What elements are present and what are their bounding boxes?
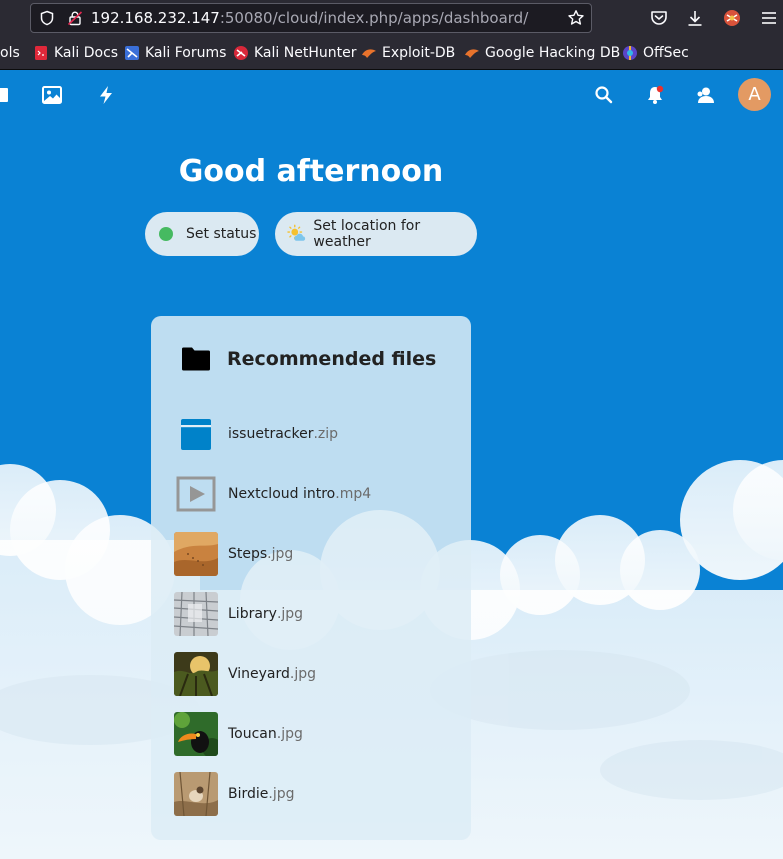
bookmark-kali-forums[interactable]: Kali Forums (124, 44, 226, 62)
recommended-file-item[interactable]: Library .jpg (174, 591, 454, 637)
ghdb-icon (465, 49, 479, 58)
library-image-thumbnail (174, 592, 218, 636)
file-extension: .jpg (267, 546, 294, 562)
recommended-file-item[interactable]: Toucan .jpg (174, 711, 454, 757)
search-icon[interactable] (593, 84, 615, 106)
widget-title: Recommended files (227, 348, 437, 370)
user-avatar[interactable]: A (738, 78, 771, 111)
recommended-file-item[interactable]: Steps .jpg (174, 531, 454, 577)
greeting-title: Good afternoon (178, 154, 444, 189)
file-name: Steps (228, 546, 268, 562)
set-weather-location-button[interactable]: Set location for weather (275, 212, 477, 256)
folder-icon (182, 347, 210, 371)
steps-image-thumbnail (174, 532, 218, 576)
activity-app-icon[interactable] (95, 84, 117, 106)
bookmark-label: Google Hacking DB (485, 45, 621, 61)
file-name: Toucan (228, 726, 277, 742)
bookmark-kali-docs[interactable]: Kali Docs (33, 44, 118, 62)
contacts-icon[interactable] (694, 84, 716, 106)
file-extension: .jpg (289, 666, 317, 682)
insecure-lock-icon[interactable] (67, 10, 83, 26)
set-status-button[interactable]: Set status (145, 212, 259, 256)
offsec-icon (623, 46, 637, 60)
file-extension: .zip (313, 426, 339, 442)
file-extension: .jpg (276, 726, 303, 742)
url-host: 192.168.232.147 (91, 9, 220, 27)
url-path: :50080/cloud/index.php/apps/dashboard/ (219, 9, 529, 27)
exploit-db-icon (362, 49, 376, 58)
bookmark-tools[interactable]: ols (0, 44, 20, 62)
weather-partly-sunny-icon (287, 224, 306, 241)
bookmark-label: Kali Forums (145, 45, 227, 61)
recommended-file-item[interactable]: issuetracker .zip (174, 411, 454, 457)
file-name: Birdie (228, 786, 269, 802)
kali-forums-icon (125, 46, 139, 60)
widget-header: Recommended files (181, 346, 436, 372)
recommended-file-item[interactable]: Birdie .jpg (174, 771, 454, 817)
file-name: Vineyard (228, 666, 290, 682)
pocket-icon[interactable] (649, 8, 669, 28)
bookmark-label: Kali NetHunter (254, 45, 357, 61)
recommended-file-item[interactable]: Nextcloud intro .mp4 (174, 471, 454, 517)
tracking-shield-icon[interactable] (39, 10, 55, 26)
extension-icon[interactable] (722, 8, 742, 28)
file-extension: .jpg (276, 606, 304, 622)
file-extension: .mp4 (335, 486, 372, 502)
recommended-file-item[interactable]: Vineyard .jpg (174, 651, 454, 697)
birdie-image-thumbnail (174, 772, 218, 816)
file-extension: .jpg (268, 786, 295, 802)
dashboard-app-icon[interactable] (0, 84, 14, 106)
bookmark-exploit-db[interactable]: Exploit-DB (361, 44, 455, 62)
bookmark-star-icon[interactable] (567, 9, 585, 27)
toucan-image-thumbnail (174, 712, 218, 756)
recommended-files-widget: Recommended files issuetracker .zip Nextc… (151, 316, 471, 840)
video-icon (176, 476, 216, 512)
downloads-icon[interactable] (685, 8, 705, 28)
file-name: Library (228, 606, 277, 622)
bookmarks-bar: ols Kali Docs Kali Forums Kali NetHunter… (0, 36, 783, 70)
kali-docs-icon (35, 46, 47, 60)
avatar-initial: A (748, 84, 761, 105)
set-status-label: Set status (186, 226, 257, 242)
dashboard-page: A Good afternoon Set status Set location… (0, 70, 783, 859)
bookmark-label: ols (0, 45, 20, 61)
url-text[interactable]: 192.168.232.147:50080/cloud/index.php/ap… (91, 9, 528, 27)
set-weather-label: Set location for weather (313, 218, 421, 250)
bookmark-label: Exploit-DB (382, 45, 456, 61)
status-online-icon (159, 227, 173, 241)
nextcloud-header: A (0, 70, 783, 120)
photos-app-icon[interactable] (41, 84, 63, 106)
menu-icon[interactable] (759, 8, 779, 28)
browser-toolbar: 192.168.232.147:50080/cloud/index.php/ap… (0, 0, 783, 36)
notifications-bell-icon[interactable] (644, 84, 666, 106)
vineyard-image-thumbnail (174, 652, 218, 696)
file-name: Nextcloud intro (228, 486, 336, 502)
bookmark-google-hacking-db[interactable]: Google Hacking DB (464, 44, 620, 62)
file-name: issuetracker (228, 426, 314, 442)
archive-icon (181, 419, 211, 450)
bookmark-kali-nethunter[interactable]: Kali NetHunter (233, 44, 356, 62)
bookmark-label: OffSec (643, 45, 689, 61)
kali-nethunter-icon (234, 46, 248, 60)
bookmark-offsec[interactable]: OffSec (622, 44, 689, 62)
bookmark-label: Kali Docs (54, 45, 119, 61)
address-bar[interactable]: 192.168.232.147:50080/cloud/index.php/ap… (30, 3, 592, 33)
